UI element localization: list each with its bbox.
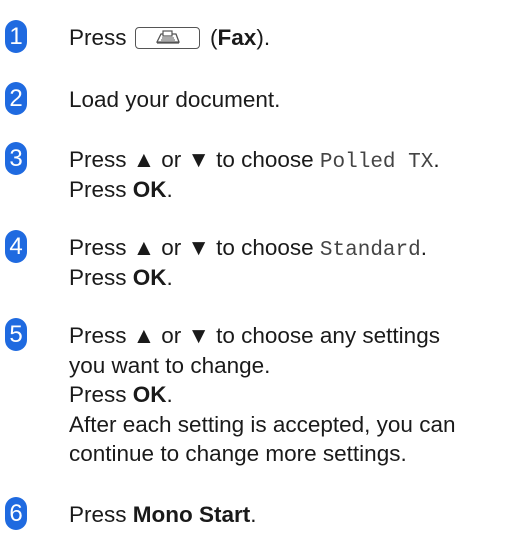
step-4-line-1: Press ▲ or ▼ to choose Standard. [69, 233, 524, 263]
step-6-text: Press Mono Start. [69, 500, 524, 530]
fax-icon [155, 30, 180, 44]
step-2-text: Load your document. [69, 85, 524, 115]
step-number-6: 6 [5, 497, 27, 530]
step-3-text: Press ▲ or ▼ to choose Polled TX. Press … [69, 145, 524, 204]
choose-text: Press ▲ or ▼ to choose [69, 235, 314, 260]
period: . [420, 235, 427, 260]
lcd-option: Standard [319, 239, 421, 262]
fax-key-button [134, 27, 200, 49]
step-1-line: Press (Fax). [69, 23, 524, 53]
period: . [433, 147, 440, 172]
lcd-option: Polled TX [319, 151, 434, 174]
step-1-text: Press (Fax). [69, 23, 524, 53]
step-number-4: 4 [5, 230, 27, 263]
ok-key: OK [132, 264, 167, 290]
step-number-2: 2 [5, 82, 27, 115]
step-3-line-2: Press OK. [69, 175, 524, 205]
press-text: Press [69, 25, 127, 50]
step-5-line-5: continue to change more settings. [69, 441, 407, 466]
step-number-5: 5 [5, 318, 27, 351]
press-text: Press [69, 382, 127, 407]
period: . [166, 176, 173, 202]
press-text: Press [69, 176, 127, 202]
step-2-line: Load your document. [69, 87, 281, 112]
step-number-1: 1 [5, 20, 27, 53]
choose-text: Press ▲ or ▼ to choose [69, 147, 314, 172]
period: . [250, 502, 257, 527]
mono-start-key: Mono Start [132, 502, 251, 527]
press-text: Press [69, 502, 127, 527]
fax-label: Fax [217, 25, 257, 50]
press-text: Press [69, 264, 127, 290]
step-5-line-2: you want to change. [69, 352, 271, 378]
step-4-line-2: Press OK. [69, 263, 524, 293]
ok-key: OK [132, 176, 167, 202]
step-6-line: Press Mono Start. [69, 500, 524, 530]
step-4-text: Press ▲ or ▼ to choose Standard. Press O… [69, 233, 524, 292]
step-number-3: 3 [5, 142, 27, 175]
period: . [166, 264, 173, 290]
step-3-line-1: Press ▲ or ▼ to choose Polled TX. [69, 145, 524, 175]
period: . [166, 382, 173, 407]
step-5-line-3: Press OK. [69, 380, 524, 410]
step-5-line-1: Press ▲ or ▼ to choose any settings [69, 323, 440, 348]
ok-key: OK [132, 382, 167, 407]
step-5-text: Press ▲ or ▼ to choose any settings you … [69, 321, 524, 469]
fax-open-paren: ( [210, 25, 218, 50]
fax-close-paren: ). [256, 25, 271, 50]
step-5-line-4: After each setting is accepted, you can [69, 411, 456, 437]
